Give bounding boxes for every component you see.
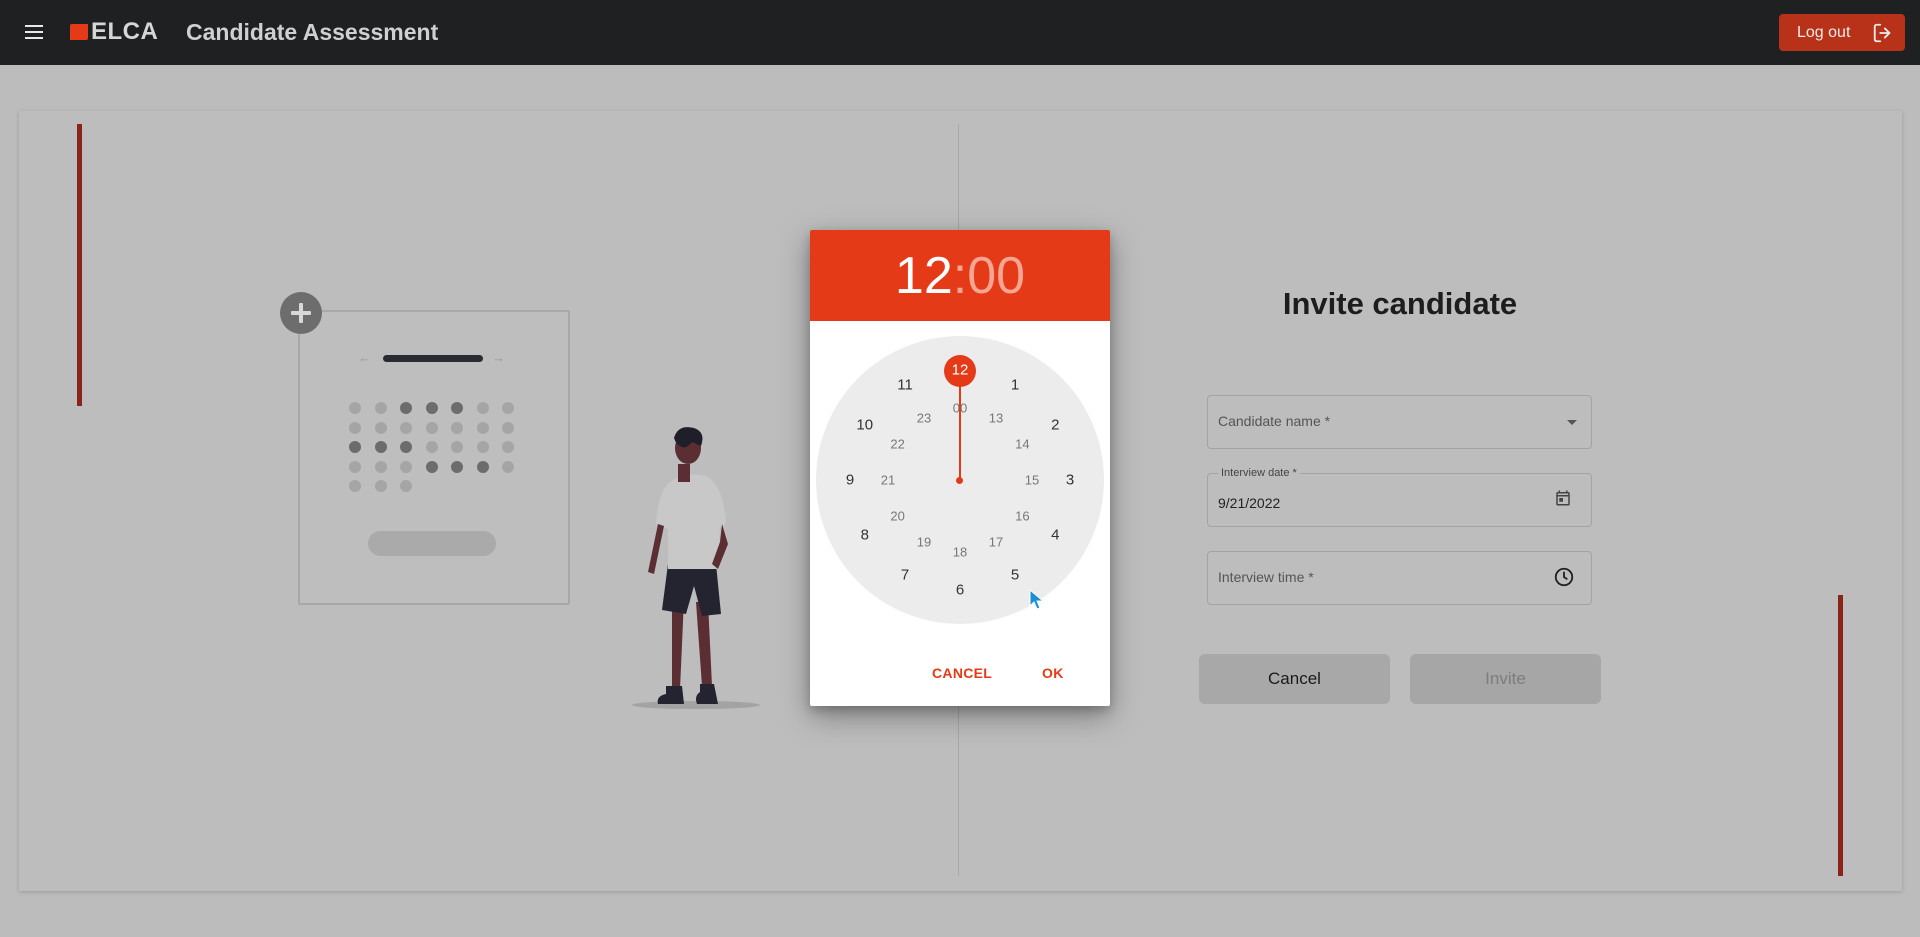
menu-icon[interactable] <box>22 22 48 42</box>
clock-hour-inner-22[interactable]: 22 <box>890 438 904 451</box>
calendar-illustration-button <box>368 531 496 556</box>
calendar-dot <box>476 421 489 434</box>
calendar-dot <box>400 460 412 473</box>
clock-hour-inner-17[interactable]: 17 <box>989 536 1003 549</box>
logout-label: Log out <box>1797 24 1851 41</box>
clock-hour-3[interactable]: 3 <box>1066 473 1074 488</box>
invite-button[interactable]: Invite <box>1410 654 1601 704</box>
calendar-dot <box>451 460 463 473</box>
calendar-dot <box>425 421 438 434</box>
logout-icon <box>1873 23 1891 43</box>
calendar-dot <box>451 421 463 434</box>
clock-hour-inner-20[interactable]: 20 <box>890 510 904 523</box>
minutes-display[interactable]: 00 <box>967 247 1025 305</box>
clock-hour-inner-16[interactable]: 16 <box>1015 510 1029 523</box>
chevron-down-icon[interactable] <box>1567 420 1577 425</box>
interview-time-placeholder: Interview time * <box>1218 569 1314 585</box>
calendar-dot <box>374 441 387 453</box>
calendar-dot <box>476 441 489 453</box>
clock-hour-10[interactable]: 10 <box>856 418 873 433</box>
time-picker-dialog: 12:00 1212345678910110013141516171819202… <box>810 230 1110 706</box>
calendar-dot <box>502 402 514 414</box>
calendar-dot <box>425 402 438 414</box>
dialog-ok-button[interactable]: OK <box>1042 665 1064 681</box>
plus-icon <box>280 292 322 334</box>
calendar-dot <box>425 441 438 453</box>
clock-hour-9[interactable]: 9 <box>846 473 854 488</box>
logout-button[interactable]: Log out <box>1779 14 1905 51</box>
arrow-right-icon: → <box>492 350 505 365</box>
clock-hour-8[interactable]: 8 <box>861 528 869 543</box>
accent-bar-right <box>1838 595 1843 876</box>
clock-face[interactable]: 121234567891011001314151617181920212223 <box>816 336 1104 624</box>
page-title: Invite candidate <box>1282 286 1518 321</box>
calendar-dot <box>502 460 514 473</box>
logo-text: ELCA <box>91 18 159 45</box>
calendar-header-bar <box>383 355 483 362</box>
clock-hour-12[interactable]: 12 <box>952 363 969 378</box>
calendar-dot <box>374 460 387 473</box>
calendar-dot <box>451 441 463 453</box>
calendar-dot <box>349 402 361 414</box>
calendar-dot <box>349 421 361 434</box>
clock-icon[interactable] <box>1553 566 1575 588</box>
clock-hour-inner-18[interactable]: 18 <box>953 546 967 559</box>
calendar-dot <box>425 460 438 473</box>
calendar-dot <box>451 402 463 414</box>
calendar-dot <box>400 402 412 414</box>
clock-hour-7[interactable]: 7 <box>901 568 909 583</box>
calendar-dot <box>349 441 361 453</box>
time-picker-header: 12:00 <box>810 230 1110 321</box>
dialog-cancel-button[interactable]: CANCEL <box>932 665 992 681</box>
person-illustration <box>632 427 760 709</box>
interview-time-field[interactable]: Interview time * <box>1207 551 1592 605</box>
calendar-dot <box>502 441 514 453</box>
calendar-dot <box>476 460 489 473</box>
clock-hour-6[interactable]: 6 <box>956 583 964 598</box>
candidate-name-field[interactable]: Candidate name * <box>1207 395 1592 449</box>
logo-mark <box>70 24 88 40</box>
calendar-dot <box>400 480 412 492</box>
interview-date-label: Interview date * <box>1218 467 1300 479</box>
clock-hour-11[interactable]: 11 <box>897 377 913 392</box>
calendar-dot <box>400 441 412 453</box>
time-separator: : <box>952 247 968 305</box>
calendar-dot <box>349 480 361 492</box>
interview-date-field[interactable]: Interview date * 9/21/2022 <box>1207 467 1592 527</box>
time-display: 12:00 <box>810 246 1110 306</box>
calendar-dot <box>374 480 387 492</box>
interview-date-value: 9/21/2022 <box>1218 495 1281 511</box>
calendar-dot <box>400 421 412 434</box>
top-app-bar: ELCA Candidate Assessment Log out <box>0 0 1920 65</box>
calendar-dot <box>374 421 387 434</box>
clock-hour-inner-21[interactable]: 21 <box>881 474 895 487</box>
accent-bar-left <box>77 124 82 406</box>
calendar-dot <box>502 421 514 434</box>
clock-hour-4[interactable]: 4 <box>1051 528 1059 543</box>
clock-hour-2[interactable]: 2 <box>1051 418 1059 433</box>
clock-hour-inner-14[interactable]: 14 <box>1015 438 1029 451</box>
clock-hour-inner-15[interactable]: 15 <box>1025 474 1039 487</box>
hours-display[interactable]: 12 <box>895 247 953 305</box>
candidate-name-placeholder: Candidate name * <box>1218 413 1331 429</box>
cancel-button[interactable]: Cancel <box>1199 654 1390 704</box>
clock-hour-inner-19[interactable]: 19 <box>917 536 931 549</box>
clock-hour-1[interactable]: 1 <box>1011 377 1019 392</box>
clock-center-dot <box>956 477 963 484</box>
calendar-dot <box>374 402 387 414</box>
app-title: Candidate Assessment <box>186 19 439 45</box>
calendar-icon[interactable] <box>1554 489 1572 507</box>
clock-hour-5[interactable]: 5 <box>1011 568 1019 583</box>
clock-hour-inner-13[interactable]: 13 <box>989 411 1003 424</box>
clock-hour-inner-23[interactable]: 23 <box>917 411 931 424</box>
calendar-dot <box>476 402 489 414</box>
arrow-left-icon: ← <box>358 350 371 365</box>
mouse-cursor-icon <box>1029 589 1045 610</box>
calendar-dot <box>349 460 361 473</box>
